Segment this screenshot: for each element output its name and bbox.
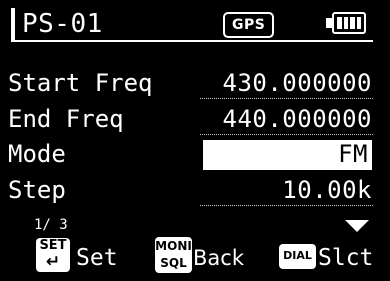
set-key-text: SET <box>39 238 67 253</box>
setting-value[interactable]: FM <box>338 138 368 170</box>
moni-key-text: MONI <box>155 239 192 253</box>
dial-key-icon[interactable]: DIAL <box>279 244 316 269</box>
radio-screen: PS-01 GPS Start Freq 430.000000 End Freq… <box>0 0 390 281</box>
battery-cell <box>337 17 342 29</box>
back-softkey-label[interactable]: Back <box>193 243 244 273</box>
set-key-icon[interactable]: SET ↵ <box>36 238 70 272</box>
set-softkey-label[interactable]: Set <box>76 243 118 273</box>
setting-value[interactable]: 440.000000 <box>223 103 373 135</box>
battery-cell <box>356 17 361 29</box>
setting-value[interactable]: 10.00k <box>282 174 372 206</box>
setting-row-start-freq[interactable]: Start Freq 430.000000 <box>0 65 390 101</box>
value-underline <box>200 98 373 99</box>
gps-badge: GPS <box>223 12 275 38</box>
value-underline <box>200 205 373 206</box>
setting-value[interactable]: 430.000000 <box>223 67 373 99</box>
battery-body <box>332 12 366 34</box>
enter-icon: ↵ <box>45 252 61 272</box>
setting-label: Step <box>8 176 66 204</box>
select-softkey-label[interactable]: Slct <box>318 243 373 273</box>
page-title: PS-01 <box>22 9 103 39</box>
battery-cell <box>350 17 355 29</box>
sql-key-text: SQL <box>160 256 187 270</box>
scroll-down-arrow-icon <box>345 220 369 232</box>
dial-key-text: DIAL <box>283 249 312 262</box>
header: PS-01 GPS <box>0 0 390 56</box>
setting-row-end-freq[interactable]: End Freq 440.000000 <box>0 101 390 137</box>
title-bar-accent <box>11 8 15 42</box>
moni-sql-key-icon[interactable]: MONI SQL <box>155 237 192 273</box>
setting-label: End Freq <box>8 105 124 133</box>
header-divider <box>11 40 373 42</box>
setting-row-mode[interactable]: Mode FM <box>0 136 390 172</box>
setting-row-step[interactable]: Step 10.00k <box>0 172 390 208</box>
battery-cell <box>343 17 348 29</box>
value-underline <box>200 134 373 135</box>
setting-label: Mode <box>8 140 66 168</box>
battery-full-icon <box>326 12 370 38</box>
setting-label: Start Freq <box>8 69 153 97</box>
page-indicator: 1/ 3 <box>34 217 68 233</box>
